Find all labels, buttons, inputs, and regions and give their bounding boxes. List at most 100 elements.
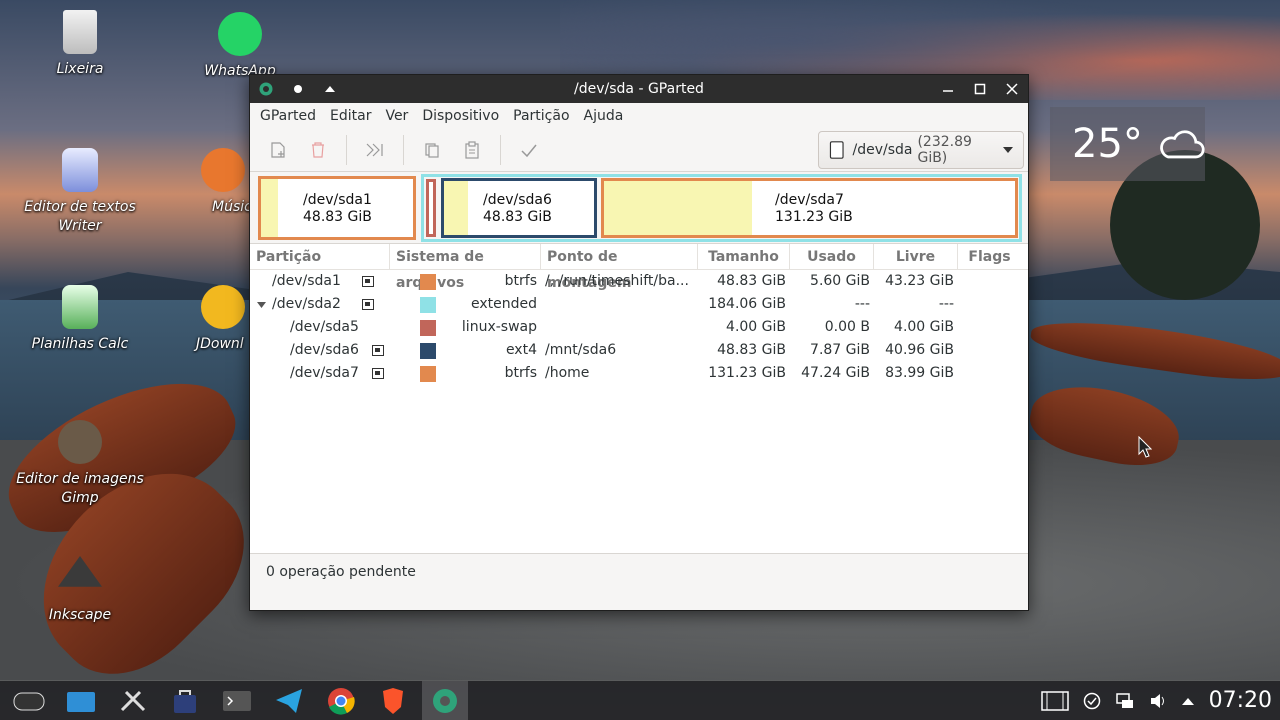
weather-widget[interactable]: 25° bbox=[1050, 107, 1205, 181]
desktop-icon-inkscape[interactable]: Inkscape bbox=[15, 556, 145, 625]
trash-icon bbox=[63, 10, 97, 54]
new-partition-icon bbox=[271, 142, 285, 158]
desktop-icon-trash[interactable]: Lixeira bbox=[15, 10, 145, 79]
taskbar-store[interactable] bbox=[162, 681, 208, 720]
new-partition-button[interactable] bbox=[258, 132, 298, 168]
column-header-particao[interactable]: Partição bbox=[250, 243, 390, 270]
minimize-icon[interactable] bbox=[932, 75, 964, 103]
copy-button[interactable] bbox=[412, 132, 452, 168]
column-header-usado[interactable]: Usado bbox=[790, 243, 874, 270]
cell-partition: /dev/sda7 bbox=[250, 362, 390, 385]
start-menu-button[interactable] bbox=[6, 681, 52, 720]
table-row[interactable]: /dev/sda6 ext4/mnt/sda6 48.83 GiB 7.87 GiB 4… bbox=[250, 339, 1028, 362]
used-space-bar bbox=[261, 179, 279, 237]
used-space-bar bbox=[444, 181, 469, 235]
table-row[interactable]: /dev/sda1 btrfs /, /run/timeshift/ba... 48.… bbox=[250, 270, 1028, 293]
tray-expand-icon[interactable] bbox=[1181, 696, 1195, 706]
sticky-icon[interactable] bbox=[282, 75, 314, 103]
cell-mountpoint bbox=[541, 293, 698, 316]
toolbar: /dev/sda (232.89 GiB) bbox=[250, 129, 1028, 172]
toolbar-separator bbox=[500, 135, 501, 165]
table-row[interactable]: /dev/sda7 btrfs/home 131.23 GiB 47.24 GiB 83… bbox=[250, 362, 1028, 385]
status-bar: 0 operação pendente bbox=[250, 553, 1028, 589]
cell-free: 40.96 GiB bbox=[885, 342, 954, 358]
filesystem-color-swatch bbox=[420, 273, 436, 290]
cell-size: 4.00 GiB bbox=[726, 319, 786, 335]
checkmark-icon bbox=[521, 144, 537, 158]
inkscape-icon bbox=[58, 556, 102, 587]
lock-icon bbox=[372, 345, 384, 356]
column-header-livre[interactable]: Livre bbox=[874, 243, 958, 270]
taskbar-terminal[interactable] bbox=[214, 681, 260, 720]
desktop-icon-gimp[interactable]: Editor de imagens Gimp bbox=[15, 420, 145, 508]
jdownloader-icon bbox=[201, 285, 245, 329]
expander-arrow-icon[interactable] bbox=[257, 302, 266, 308]
cell-mountpoint: /, /run/timeshift/ba... bbox=[545, 273, 689, 289]
cell-partition: /dev/sda6 bbox=[250, 339, 390, 362]
cell-flags bbox=[958, 362, 1021, 385]
update-check-icon[interactable] bbox=[1083, 692, 1101, 710]
partition-block-sda1[interactable]: /dev/sda1 48.83 GiB bbox=[258, 176, 416, 240]
maximize-icon[interactable] bbox=[964, 75, 996, 103]
desktop-icon-calc[interactable]: Planilhas Calc bbox=[15, 285, 145, 354]
taskbar-chrome[interactable] bbox=[318, 681, 364, 720]
cell-used: 47.24 GiB bbox=[801, 365, 870, 381]
menu-ajuda[interactable]: Ajuda bbox=[577, 108, 631, 124]
cell-flags bbox=[958, 316, 1021, 339]
music-icon bbox=[201, 148, 245, 192]
partition-name: /dev/sda1 bbox=[272, 273, 341, 289]
folder-icon bbox=[67, 691, 95, 712]
taskbar-files[interactable] bbox=[58, 681, 104, 720]
partition-block-sda5[interactable] bbox=[426, 179, 436, 237]
menu-dispositivo[interactable]: Dispositivo bbox=[415, 108, 506, 124]
taskbar-telegram[interactable] bbox=[266, 681, 312, 720]
tools-icon bbox=[120, 690, 146, 711]
menu-particao[interactable]: Partição bbox=[506, 108, 576, 124]
partition-block-size: 131.23 GiB bbox=[775, 209, 853, 225]
chrome-icon bbox=[328, 687, 355, 715]
gparted-window: /dev/sda - GParted GParted Editar Ver Di… bbox=[249, 74, 1029, 611]
menu-ver[interactable]: Ver bbox=[378, 108, 415, 124]
table-row[interactable]: /dev/sda5 linux-swap 4.00 GiB 0.00 B 4.00 Gi… bbox=[250, 316, 1028, 339]
menu-editar[interactable]: Editar bbox=[323, 108, 378, 124]
cell-flags bbox=[958, 270, 1021, 293]
cell-flags bbox=[958, 339, 1021, 362]
shade-icon[interactable] bbox=[314, 75, 346, 103]
partition-block-name: /dev/sda6 bbox=[483, 192, 552, 208]
partition-block-size: 48.83 GiB bbox=[483, 209, 552, 225]
taskbar-settings[interactable] bbox=[110, 681, 156, 720]
partition-block-sda7[interactable]: /dev/sda7 131.23 GiB bbox=[601, 178, 1018, 238]
paste-button[interactable] bbox=[452, 132, 492, 168]
close-icon[interactable] bbox=[996, 75, 1028, 103]
column-header-sistema[interactable]: Sistema de arquivos bbox=[390, 243, 541, 291]
desktop-icon-whatsapp[interactable]: WhatsApp bbox=[175, 12, 305, 81]
cell-mountpoint: /mnt/sda6 bbox=[545, 342, 617, 358]
taskbar-gparted[interactable] bbox=[422, 681, 468, 720]
window-overview-icon[interactable] bbox=[1040, 690, 1069, 712]
partition-block-sda6[interactable]: /dev/sda6 48.83 GiB bbox=[441, 178, 597, 238]
window-titlebar[interactable]: /dev/sda - GParted bbox=[250, 75, 1028, 103]
apply-button[interactable] bbox=[509, 132, 549, 168]
desktop-icon-writer[interactable]: Editor de textos Writer bbox=[15, 148, 145, 236]
network-icon[interactable] bbox=[1115, 692, 1135, 710]
column-header-montagem[interactable]: Ponto de montagem bbox=[541, 243, 698, 291]
delete-partition-button[interactable] bbox=[298, 132, 338, 168]
cell-size: 184.06 GiB bbox=[708, 296, 786, 312]
table-row[interactable]: /dev/sda2 extended 184.06 GiB --- --- bbox=[250, 293, 1028, 316]
resize-move-button[interactable] bbox=[355, 132, 395, 168]
partition-name: /dev/sda2 bbox=[272, 296, 341, 312]
menu-gparted[interactable]: GParted bbox=[253, 108, 323, 124]
lock-icon bbox=[372, 368, 384, 379]
volume-icon[interactable] bbox=[1149, 692, 1167, 710]
lock-icon bbox=[362, 276, 374, 287]
clock[interactable]: 07:20 bbox=[1209, 688, 1272, 713]
calc-icon bbox=[62, 285, 98, 329]
cell-free: 4.00 GiB bbox=[894, 319, 954, 335]
column-header-tamanho[interactable]: Tamanho bbox=[698, 243, 790, 270]
copy-icon bbox=[425, 143, 439, 158]
biglinux-icon bbox=[13, 692, 45, 710]
taskbar-brave[interactable] bbox=[370, 681, 416, 720]
device-selector[interactable]: /dev/sda (232.89 GiB) bbox=[818, 131, 1024, 169]
column-header-flags[interactable]: Flags bbox=[958, 244, 1021, 270]
cell-filesystem: btrfs bbox=[390, 362, 541, 385]
